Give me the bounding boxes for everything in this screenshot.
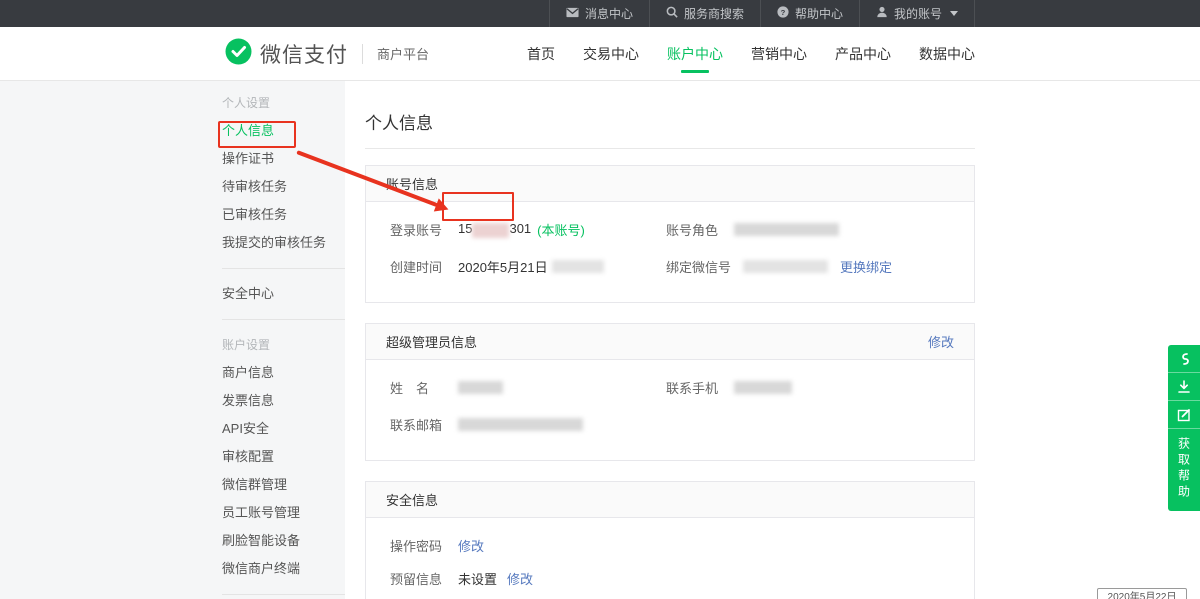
login-account-value: 15301 (458, 221, 531, 237)
sidebar-item-security-center[interactable]: 安全中心 (222, 280, 345, 308)
login-account-field: 登录账号 15301 (本账号) (390, 220, 666, 239)
reserved-info-field: 预留信息 未设置 修改 (390, 569, 950, 588)
account-card-title: 账号信息 (386, 174, 438, 193)
main-content: 个人信息 账号信息 登录账号 15301 (345, 81, 1200, 599)
password-edit-link[interactable]: 修改 (458, 536, 484, 555)
date-tooltip: 2020年5月22日 (1097, 588, 1187, 599)
account-role-field: 账号角色 (666, 220, 950, 239)
topbar-item-my-account[interactable]: 我的账号 (859, 0, 975, 27)
sidebar-item-operation-certificate[interactable]: 操作证书 (222, 145, 345, 173)
created-time-field: 创建时间 2020年5月21日 (390, 257, 666, 276)
redacted-account-role (734, 223, 839, 236)
mail-icon (566, 7, 579, 21)
floating-help-widget: 获取帮助 (1168, 345, 1200, 511)
brand-name: 微信支付 (260, 39, 348, 69)
get-help-label: 获取帮助 (1176, 437, 1193, 501)
user-icon (876, 6, 888, 21)
topbar-item-label: 消息中心 (585, 5, 633, 22)
security-card-title: 安全信息 (386, 490, 438, 509)
sidebar-item-merchant-info[interactable]: 商户信息 (222, 359, 345, 387)
sidebar-divider (222, 594, 345, 595)
search-icon (666, 6, 678, 21)
sidebar-divider (222, 319, 345, 320)
sidebar-item-staff-account-mgmt[interactable]: 员工账号管理 (222, 499, 345, 527)
sidebar-group-personal-settings: 个人设置 (222, 89, 345, 117)
header-divider (362, 44, 363, 64)
admin-email-field: 联系邮箱 (390, 415, 666, 434)
reserved-info-label: 预留信息 (390, 569, 446, 588)
page: 消息中心 服务商搜索 ? 帮助中心 我的账号 (0, 0, 1200, 599)
nav-marketing-center[interactable]: 营销中心 (751, 27, 807, 80)
operation-password-label: 操作密码 (390, 536, 446, 555)
rebind-link[interactable]: 更换绑定 (840, 257, 892, 276)
sidebar-item-merchant-terminal[interactable]: 微信商户终端 (222, 555, 345, 583)
admin-edit-link[interactable]: 修改 (928, 332, 954, 351)
nav-transaction-center[interactable]: 交易中心 (583, 27, 639, 80)
sidebar-item-api-security[interactable]: API安全 (222, 415, 345, 443)
sidebar-item-invoice-info[interactable]: 发票信息 (222, 387, 345, 415)
header: 微信支付 商户平台 首页 交易中心 账户中心 营销中心 产品中心 数据中心 (0, 27, 1200, 81)
topbar-item-label: 服务商搜索 (684, 5, 744, 22)
topbar-item-label: 帮助中心 (795, 5, 843, 22)
redacted-admin-phone (734, 381, 792, 394)
sidebar-item-review-config[interactable]: 审核配置 (222, 443, 345, 471)
sidebar-divider (222, 268, 345, 269)
admin-name-field: 姓 名 (390, 378, 666, 397)
redacted-admin-name (458, 381, 503, 394)
question-icon: ? (777, 6, 789, 21)
nav-product-center[interactable]: 产品中心 (835, 27, 891, 80)
edit-icon[interactable] (1168, 401, 1200, 429)
sidebar-group-account-settings: 账户设置 (222, 331, 345, 359)
security-info-card: 安全信息 操作密码 修改 预留信息 未设置 修改 (365, 481, 975, 599)
reserved-info-status: 未设置 (458, 569, 497, 588)
redacted-created-time (552, 260, 604, 273)
account-info-card: 账号信息 登录账号 15301 (本账号) (365, 165, 975, 303)
topbar: 消息中心 服务商搜索 ? 帮助中心 我的账号 (0, 0, 1200, 27)
nav-home[interactable]: 首页 (527, 27, 555, 80)
portal-name: 商户平台 (377, 44, 429, 63)
super-admin-card: 超级管理员信息 修改 姓 名 联系手机 (365, 323, 975, 461)
admin-email-label: 联系邮箱 (390, 415, 446, 434)
reserved-edit-link[interactable]: 修改 (507, 569, 533, 588)
sidebar-item-face-device[interactable]: 刷脸智能设备 (222, 527, 345, 555)
wechat-pay-logo[interactable]: 微信支付 (225, 38, 348, 70)
sidebar-item-my-submitted-tasks[interactable]: 我提交的审核任务 (222, 229, 345, 257)
redacted-admin-email (458, 418, 583, 431)
redacted-wechat-id (743, 260, 828, 273)
title-divider (365, 148, 975, 149)
svg-text:?: ? (781, 8, 786, 17)
sidebar-item-reviewed-tasks[interactable]: 已审核任务 (222, 201, 345, 229)
page-title: 个人信息 (365, 101, 975, 148)
bound-wechat-field: 绑定微信号 更换绑定 (666, 257, 950, 276)
created-time-label: 创建时间 (390, 257, 446, 276)
nav-account-center[interactable]: 账户中心 (667, 27, 723, 80)
main-nav: 首页 交易中心 账户中心 营销中心 产品中心 数据中心 (527, 27, 975, 80)
account-role-label: 账号角色 (666, 220, 722, 239)
operation-password-field: 操作密码 修改 (390, 536, 950, 555)
admin-name-label: 姓 名 (390, 378, 446, 397)
admin-phone-label: 联系手机 (666, 378, 722, 397)
topbar-item-messages[interactable]: 消息中心 (549, 0, 649, 27)
chevron-down-icon (950, 11, 958, 16)
topbar-item-label: 我的账号 (894, 5, 942, 22)
current-account-note: (本账号) (537, 220, 585, 239)
login-account-label: 登录账号 (390, 220, 446, 239)
sidebar: 个人设置 个人信息 操作证书 待审核任务 已审核任务 我提交的审核任务 安全中心… (0, 81, 345, 599)
sidebar-item-pending-review-tasks[interactable]: 待审核任务 (222, 173, 345, 201)
bound-wechat-label: 绑定微信号 (666, 257, 731, 276)
super-admin-card-title: 超级管理员信息 (386, 332, 477, 351)
sidebar-item-personal-info[interactable]: 个人信息 (222, 117, 345, 145)
topbar-item-provider-search[interactable]: 服务商搜索 (649, 0, 760, 27)
sidebar-item-wechat-group-mgmt[interactable]: 微信群管理 (222, 471, 345, 499)
wechat-bubble-icon (225, 38, 252, 70)
created-time-value: 2020年5月21日 (458, 257, 548, 276)
redacted-login-middle (472, 223, 509, 238)
topbar-item-help-center[interactable]: ? 帮助中心 (760, 0, 859, 27)
link-icon[interactable] (1168, 345, 1200, 373)
admin-phone-field: 联系手机 (666, 378, 950, 397)
get-help-button[interactable]: 获取帮助 (1168, 429, 1200, 511)
download-icon[interactable] (1168, 373, 1200, 401)
nav-data-center[interactable]: 数据中心 (919, 27, 975, 80)
